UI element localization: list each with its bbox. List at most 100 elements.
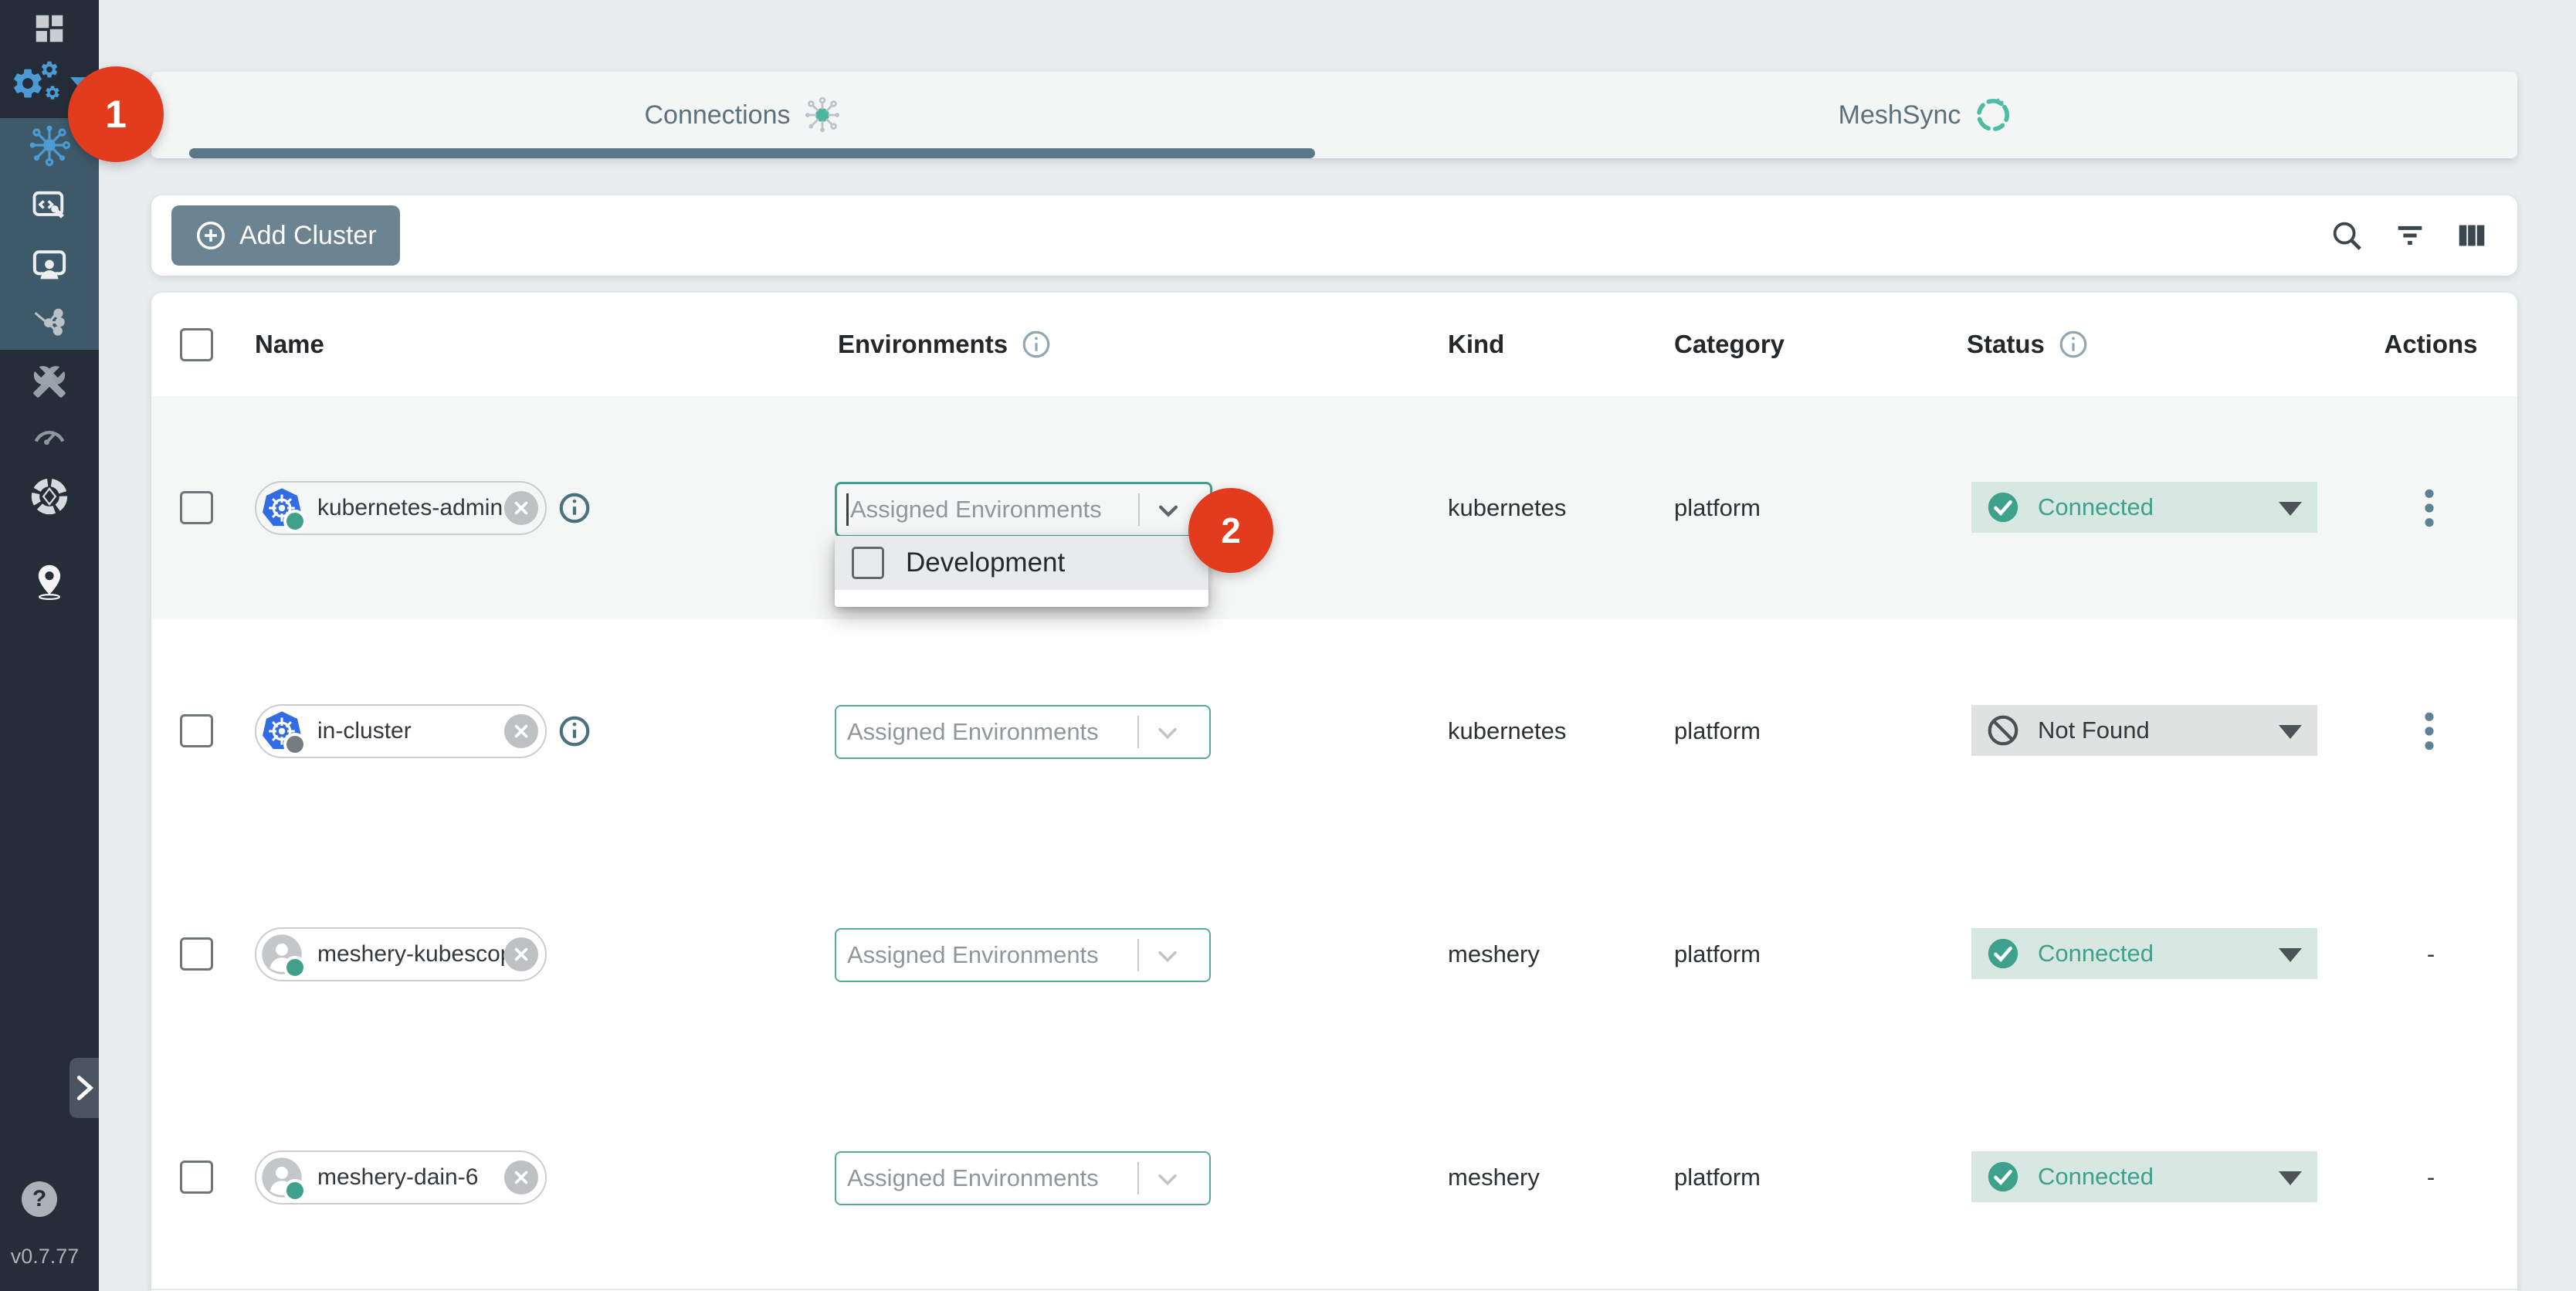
connection-name: kubernetes-admin...	[317, 495, 504, 521]
status-select[interactable]: Connected	[1971, 482, 2317, 533]
dropdown-arrow-icon	[2279, 725, 2302, 739]
chevron-down-icon[interactable]	[1154, 943, 1181, 969]
row-checkbox[interactable]	[180, 842, 213, 1066]
tab-connections-label: Connections	[644, 100, 790, 130]
actions-empty: -	[2346, 940, 2516, 968]
status-label: Connected	[2038, 1163, 2154, 1191]
environments-select[interactable]: Assigned Environments	[835, 1151, 1211, 1205]
meshery-app-window: ? v0.7.77 Connections	[0, 0, 2576, 1291]
row-checkbox[interactable]	[180, 1066, 213, 1289]
category-value: platform	[1674, 717, 1761, 745]
sidebar-item-workloads[interactable]	[0, 242, 99, 286]
actions-empty: -	[2346, 1164, 2516, 1191]
sidebar-item-extensions[interactable]	[0, 473, 99, 520]
category-value: platform	[1674, 940, 1761, 968]
tab-meshsync[interactable]: MeshSync	[1334, 72, 2517, 158]
screen-person-icon	[29, 243, 70, 285]
add-cluster-button[interactable]: Add Cluster	[171, 205, 400, 266]
sidebar: ? v0.7.77	[0, 0, 99, 1291]
view-columns-icon[interactable]	[2454, 218, 2490, 253]
close-icon[interactable]	[504, 714, 538, 748]
status-label: Not Found	[2038, 717, 2150, 744]
row-checkbox[interactable]	[180, 396, 213, 619]
location-pin-icon	[30, 562, 69, 601]
connection-name-chip[interactable]: in-cluster	[255, 704, 547, 758]
sidebar-item-service-mesh[interactable]	[0, 300, 99, 343]
status-select[interactable]: Not Found	[1971, 705, 2317, 756]
help-button[interactable]: ?	[22, 1181, 57, 1217]
status-select[interactable]: Connected	[1971, 928, 2317, 979]
add-cluster-label: Add Cluster	[239, 221, 377, 251]
kubernetes-icon	[260, 486, 303, 530]
header-name: Name	[255, 330, 324, 359]
connection-name: meshery-kubescop...	[317, 941, 504, 967]
sidebar-item-dashboard[interactable]	[0, 9, 99, 48]
info-icon[interactable]	[2057, 328, 2090, 361]
row-checkbox[interactable]	[180, 619, 213, 842]
sidebar-item-configuration[interactable]	[0, 360, 99, 403]
chevron-down-icon[interactable]	[1155, 497, 1181, 524]
mesh-graph-icon	[29, 301, 69, 341]
environments-select[interactable]: Assigned Environments	[835, 705, 1211, 759]
connection-name-chip[interactable]: meshery-kubescop...	[255, 927, 547, 981]
tab-meshsync-label: MeshSync	[1839, 100, 1961, 130]
status-select[interactable]: Connected	[1971, 1151, 2317, 1202]
tab-connections[interactable]: Connections	[151, 72, 1334, 158]
header-category: Category	[1674, 330, 1785, 359]
chevron-right-icon	[73, 1072, 96, 1103]
check-circle-icon	[1985, 1159, 2021, 1194]
environments-select[interactable]: Assigned Environments	[835, 482, 1212, 537]
status-dot	[283, 733, 307, 756]
kind-value: kubernetes	[1448, 494, 1566, 522]
dashboard-icon	[32, 11, 67, 46]
status-dot	[283, 956, 307, 979]
status-label: Connected	[2038, 493, 2154, 521]
menu-item-checkbox[interactable]	[852, 547, 884, 579]
search-icon[interactable]	[2329, 218, 2364, 253]
info-icon[interactable]	[557, 490, 592, 526]
sidebar-item-kanvas[interactable]	[0, 557, 99, 605]
category-value: platform	[1674, 1164, 1761, 1191]
table-row: meshery-kubescop... Assigned Environment…	[151, 842, 2517, 1067]
dropdown-arrow-icon	[2279, 948, 2302, 962]
status-dot	[283, 510, 307, 533]
info-icon[interactable]	[557, 713, 592, 749]
toolbar: Add Cluster	[151, 195, 2517, 276]
dropdown-arrow-icon	[2279, 1171, 2302, 1185]
chevron-down-icon[interactable]	[1154, 1166, 1181, 1192]
header-kind: Kind	[1448, 330, 1504, 359]
plus-circle-icon	[195, 219, 227, 252]
environments-select[interactable]: Assigned Environments	[835, 928, 1211, 982]
kind-value: meshery	[1448, 1164, 1540, 1191]
info-icon[interactable]	[1020, 328, 1052, 361]
kind-value: meshery	[1448, 940, 1540, 968]
kind-value: kubernetes	[1448, 717, 1566, 745]
close-icon[interactable]	[504, 491, 538, 525]
close-icon[interactable]	[504, 937, 538, 971]
tab-strip: Connections MeshSync	[151, 72, 2517, 158]
sidebar-expand-button[interactable]	[69, 1058, 99, 1118]
chevron-down-icon[interactable]	[1154, 720, 1181, 746]
table-row: meshery-dain-6 Assigned Environments mes…	[151, 1066, 2517, 1290]
row-actions-menu[interactable]	[2412, 706, 2446, 756]
sidebar-item-adapters[interactable]	[0, 184, 99, 227]
close-icon[interactable]	[504, 1161, 538, 1194]
select-all-checkbox[interactable]	[180, 293, 213, 396]
connection-name-chip[interactable]: kubernetes-admin...	[255, 481, 547, 535]
category-value: platform	[1674, 494, 1761, 522]
crossed-wrenches-icon	[30, 362, 69, 401]
menu-item-label: Development	[906, 547, 1065, 578]
connection-name: meshery-dain-6	[317, 1164, 504, 1191]
annotation-step-number: 1	[105, 92, 127, 137]
environments-placeholder: Assigned Environments	[850, 496, 1102, 524]
menu-item-development[interactable]: Development	[835, 536, 1208, 590]
filter-icon[interactable]	[2392, 218, 2428, 253]
header-actions: Actions	[2384, 330, 2477, 359]
connection-name-chip[interactable]: meshery-dain-6	[255, 1150, 547, 1205]
row-actions-menu[interactable]	[2412, 483, 2446, 533]
table-row: in-cluster Assigned Environments	[151, 619, 2517, 844]
sidebar-item-performance[interactable]	[0, 414, 99, 457]
header-status: Status	[1967, 330, 2045, 359]
table-row: kubernetes-admin... Assigned Environment…	[151, 396, 2517, 621]
annotation-step-badge: 1	[68, 66, 164, 162]
